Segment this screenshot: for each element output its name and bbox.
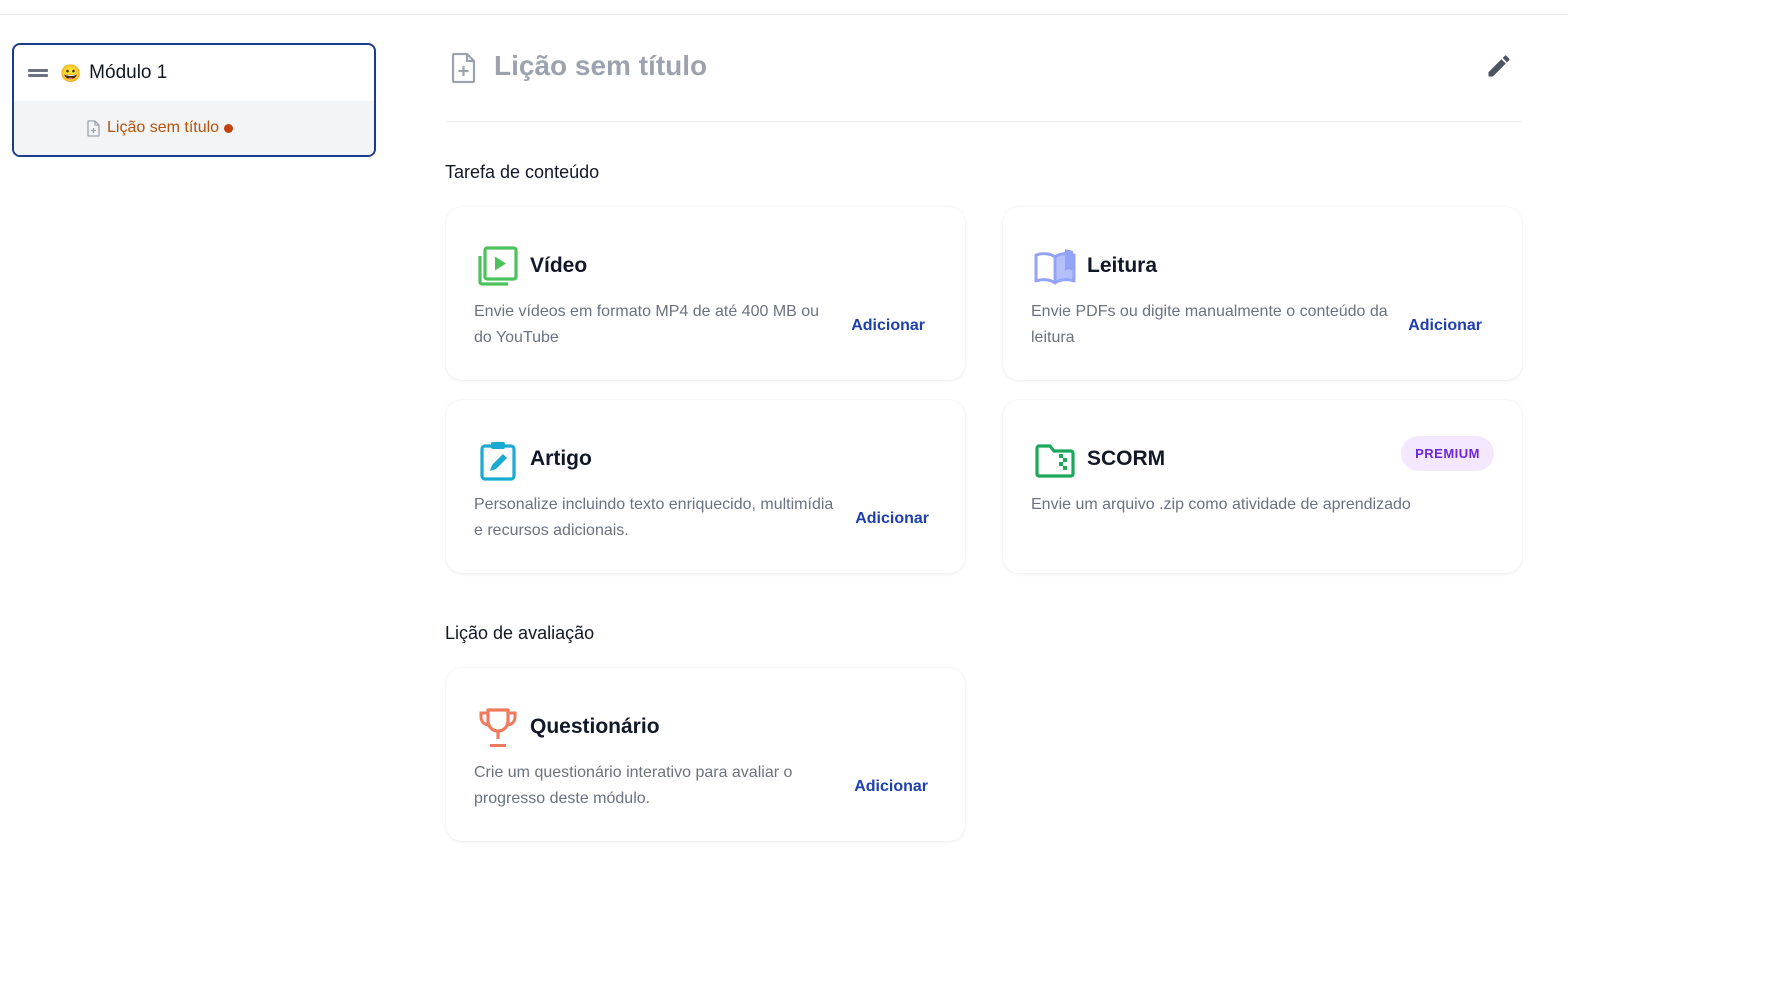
page-title[interactable]: Lição sem título (494, 50, 707, 82)
module-emoji: 😀 (60, 63, 82, 83)
card-title: Leitura (1087, 254, 1158, 277)
add-article-button[interactable]: Adicionar (855, 510, 929, 528)
sidebar-item-label: Lição sem título (107, 119, 220, 136)
card-description: Crie um questionário interativo para ava… (474, 764, 793, 807)
unsaved-indicator (224, 123, 234, 133)
lesson-header: Lição sem título (445, 44, 1523, 122)
top-divider (0, 14, 1568, 15)
add-quiz-button[interactable]: Adicionar (854, 778, 928, 796)
card-description: Envie vídeos em formato MP4 de até 400 M… (474, 303, 820, 346)
zip-folder-icon (1035, 444, 1075, 478)
section-title-assessment: Lição de avaliação (445, 623, 595, 643)
module-title: Módulo 1 (89, 62, 168, 83)
reading-card[interactable]: Leitura Envie PDFs ou digite manualmente… (1003, 207, 1522, 380)
sidebar-item-lesson[interactable]: Lição sem título (14, 101, 374, 155)
trophy-icon (479, 708, 517, 747)
file-plus-icon (87, 119, 100, 137)
article-card[interactable]: Artigo Personalize incluindo texto enriq… (446, 400, 965, 573)
premium-badge: PREMIUM (1401, 436, 1494, 471)
card-title: Artigo (530, 447, 592, 470)
quiz-card[interactable]: Questionário Crie um questionário intera… (446, 668, 965, 841)
add-video-button[interactable]: Adicionar (851, 317, 925, 335)
card-description: Personalize incluindo texto enriquecido,… (474, 496, 834, 539)
scorm-card[interactable]: SCORM Envie um arquivo .zip como ativida… (1003, 400, 1522, 573)
pencil-icon[interactable] (1485, 52, 1513, 80)
add-reading-button[interactable]: Adicionar (1408, 317, 1482, 335)
file-plus-icon (451, 52, 476, 84)
card-title: Questionário (530, 715, 660, 738)
open-book-icon (1034, 249, 1076, 285)
module-header[interactable]: 😀 Módulo 1 (14, 45, 374, 101)
clipboard-edit-icon (480, 442, 516, 481)
video-play-icon (478, 246, 518, 286)
card-title: SCORM (1087, 447, 1166, 470)
drag-handle-icon[interactable] (28, 68, 48, 78)
section-title-content: Tarefa de conteúdo (445, 162, 600, 182)
card-description: Envie um arquivo .zip como atividade de … (1031, 496, 1411, 513)
video-card[interactable]: Vídeo Envie vídeos em formato MP4 de até… (446, 207, 965, 380)
card-title: Vídeo (530, 254, 588, 277)
module-card[interactable]: 😀 Módulo 1 Lição sem título (12, 43, 376, 157)
card-description: Envie PDFs ou digite manualmente o conte… (1031, 303, 1388, 346)
